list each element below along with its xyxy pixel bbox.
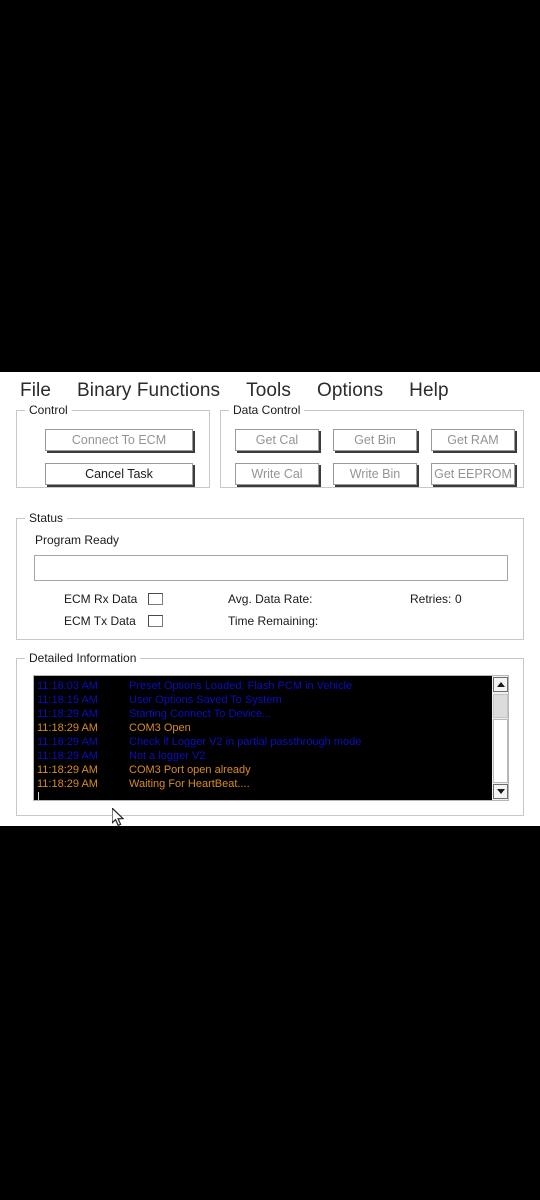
log-line-timestamp: 11:18:29 AM (37, 736, 98, 748)
log-line-message: User Options Saved To System (129, 694, 282, 706)
cancel-task-button[interactable]: Cancel Task (45, 463, 193, 485)
log-line: 11:18:29 AM Waiting For HeartBeat.... (37, 777, 491, 791)
log-line-message: Waiting For HeartBeat.... (129, 778, 250, 790)
log-line-message: COM3 Open (129, 722, 191, 734)
menu-tools[interactable]: Tools (233, 378, 304, 404)
log-line: 11:18:29 AM Starting Connect To Device... (37, 707, 491, 721)
detailed-information-group: Detailed Information 11:18:03 AM Preset O… (16, 651, 524, 816)
log-scrollbar[interactable] (491, 676, 508, 800)
get-eeprom-button[interactable]: Get EEPROM (431, 463, 515, 485)
log-line: 11:18:29 AM COM3 Open (37, 721, 491, 735)
menu-options[interactable]: Options (304, 378, 396, 404)
log-line: 11:18:03 AM Preset Options Loaded: Flash … (37, 679, 491, 693)
scroll-down-arrow-icon[interactable] (493, 784, 508, 799)
status-group: Status Program Ready ECM Rx Data ECM Tx … (16, 511, 524, 640)
menu-help[interactable]: Help (396, 378, 461, 404)
triangle-up-icon (496, 682, 505, 687)
log-line: 11:18:29 AM Not a logger V2 (37, 749, 491, 763)
control-group: Control Connect To ECM Cancel Task (16, 403, 210, 488)
triangle-down-icon (496, 789, 505, 794)
control-group-title: Control (25, 403, 72, 417)
screen-letterbox: File Binary Functions Tools Options Help… (0, 0, 540, 1200)
log-line-timestamp: 11:18:29 AM (37, 764, 98, 776)
retries-value: 0 (455, 592, 462, 606)
log-line-timestamp: 11:18:15 AM (37, 694, 98, 706)
log-console[interactable]: 11:18:03 AM Preset Options Loaded: Flash … (33, 675, 509, 801)
log-line: 11:18:29 AM Check if Logger V2 in partial… (37, 735, 491, 749)
log-scrollbar-thumb[interactable] (493, 694, 508, 718)
menu-file[interactable]: File (10, 378, 64, 404)
time-remaining-label: Time Remaining: (228, 614, 319, 628)
program-state-label: Program Ready (35, 533, 120, 547)
log-line: 11:18:15 AM User Options Saved To System (37, 693, 491, 707)
data-control-group: Data Control Get Cal Get Bin Get RAM Wri… (220, 403, 524, 488)
log-line-timestamp: 11:18:29 AM (37, 708, 98, 720)
write-cal-button[interactable]: Write Cal (235, 463, 319, 485)
ecm-tx-data-checkbox[interactable] (148, 615, 163, 627)
log-line-timestamp: 11:18:03 AM (37, 680, 98, 692)
application-window: File Binary Functions Tools Options Help… (0, 372, 540, 826)
menu-binary-functions[interactable]: Binary Functions (64, 378, 233, 404)
status-group-title: Status (25, 511, 68, 525)
log-line-message: Starting Connect To Device... (129, 708, 272, 720)
log-text-caret (38, 792, 39, 800)
log-line-message: Not a logger V2 (129, 750, 206, 762)
log-line-message: Check if Logger V2 in partial passthroug… (129, 736, 362, 748)
scroll-up-arrow-icon[interactable] (493, 677, 508, 692)
retries-label: Retries: (410, 592, 452, 606)
ecm-rx-data-checkbox[interactable] (148, 593, 163, 605)
get-bin-button[interactable]: Get Bin (333, 429, 417, 451)
data-control-group-title: Data Control (229, 403, 305, 417)
log-line-message: Preset Options Loaded: Flash PCM in Vehi… (129, 680, 353, 692)
ecm-rx-data-label: ECM Rx Data (64, 592, 138, 606)
get-cal-button[interactable]: Get Cal (235, 429, 319, 451)
get-ram-button[interactable]: Get RAM (431, 429, 515, 451)
log-line: 11:18:29 AM COM3 Port open already (37, 763, 491, 777)
progress-bar (34, 555, 508, 581)
log-scrollbar-track[interactable] (493, 719, 508, 783)
log-line-timestamp: 11:18:29 AM (37, 778, 98, 790)
connect-to-ecm-button[interactable]: Connect To ECM (45, 429, 193, 451)
detailed-information-group-title: Detailed Information (25, 651, 141, 665)
ecm-tx-data-label: ECM Tx Data (64, 614, 136, 628)
write-bin-button[interactable]: Write Bin (333, 463, 417, 485)
log-lines-container: 11:18:03 AM Preset Options Loaded: Flash … (34, 676, 491, 800)
log-line-message: COM3 Port open already (129, 764, 251, 776)
avg-data-rate-label: Avg. Data Rate: (228, 592, 313, 606)
log-line-timestamp: 11:18:29 AM (37, 750, 98, 762)
log-line-timestamp: 11:18:29 AM (37, 722, 98, 734)
